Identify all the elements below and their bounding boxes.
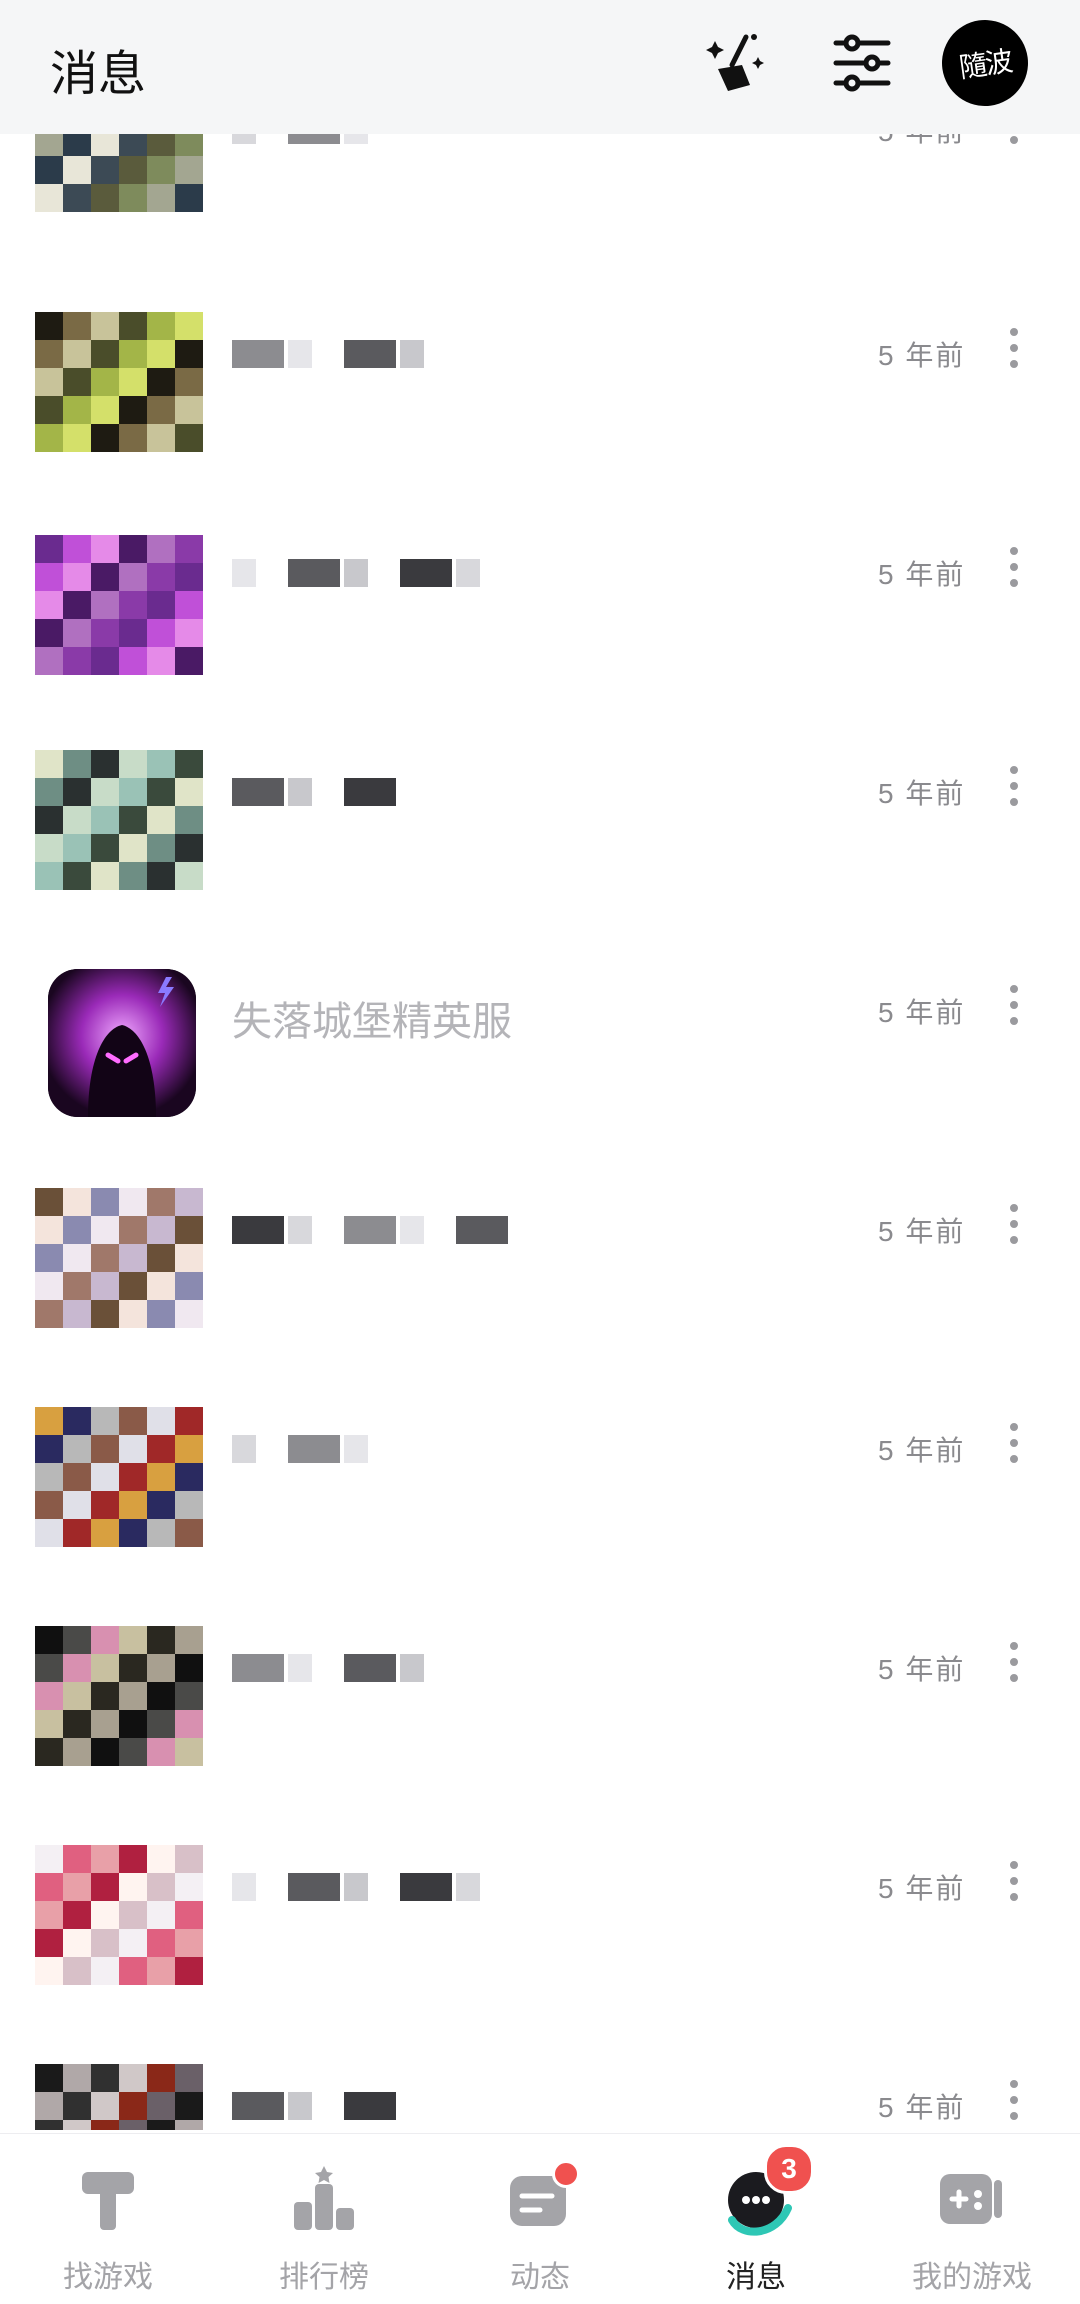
- more-options-icon[interactable]: [1006, 328, 1022, 376]
- avatar[interactable]: [35, 1626, 203, 1766]
- avatar[interactable]: 隨波: [936, 14, 1034, 112]
- avatar[interactable]: [35, 1845, 203, 1985]
- gamepad-icon: [940, 2174, 1002, 2224]
- more-options-icon[interactable]: [1006, 2080, 1022, 2128]
- timestamp: 5 年前: [878, 559, 966, 590]
- tab-my-games[interactable]: 我的游戏: [864, 2134, 1080, 2304]
- tab-label: 消息: [726, 2261, 786, 2294]
- more-options-icon[interactable]: [1006, 1642, 1022, 1690]
- message-row[interactable]: 5 年前: [0, 1407, 1080, 1626]
- message-row[interactable]: 5 年前: [0, 1188, 1080, 1407]
- more-options-icon[interactable]: [1006, 985, 1022, 1033]
- timestamp: 5 年前: [878, 1873, 966, 1904]
- tab-find-games[interactable]: 找游戏: [0, 2134, 216, 2304]
- broom-icon[interactable]: [702, 25, 778, 101]
- unread-count-badge: 3: [764, 2144, 814, 2194]
- timestamp: 5 年前: [878, 1654, 966, 1685]
- timestamp: 5 年前: [878, 1216, 966, 1247]
- filter-icon[interactable]: [824, 25, 900, 101]
- message-row[interactable]: 5 年前: [0, 1845, 1080, 2064]
- more-options-icon[interactable]: [1006, 547, 1022, 595]
- more-options-icon[interactable]: [1006, 1204, 1022, 1252]
- more-options-icon[interactable]: [1006, 766, 1022, 814]
- bottom-tab-bar: 找游戏 排行榜 动态 3 消息 我的游戏: [0, 2133, 1080, 2304]
- timestamp: 5 年前: [878, 340, 966, 371]
- message-row[interactable]: 5 年前: [0, 750, 1080, 969]
- message-row[interactable]: 5 年前: [0, 531, 1080, 750]
- tab-feed[interactable]: 动态: [432, 2134, 648, 2304]
- avatar[interactable]: [35, 2064, 203, 2130]
- tab-messages[interactable]: 3 消息: [648, 2134, 864, 2304]
- timestamp: 5 年前: [878, 778, 966, 809]
- message-row[interactable]: 5 年前: [0, 1626, 1080, 1845]
- contact-name: 失落城堡精英服: [232, 1000, 512, 1044]
- more-options-icon[interactable]: [1006, 1423, 1022, 1471]
- message-list[interactable]: 5 年前5 年前5 年前5 年前失落城堡精英服5 年前5 年前5 年前5 年前5…: [0, 0, 1080, 2130]
- page-title: 消息: [50, 48, 147, 101]
- timestamp: 5 年前: [878, 2092, 966, 2123]
- tab-label: 动态: [510, 2261, 570, 2294]
- tab-rankings[interactable]: 排行榜: [216, 2134, 432, 2304]
- message-row[interactable]: 5 年前: [0, 2064, 1080, 2130]
- timestamp: 5 年前: [878, 1435, 966, 1466]
- message-row[interactable]: 失落城堡精英服 5 年前: [0, 969, 1080, 1188]
- new-activity-dot: [552, 2160, 580, 2188]
- avatar[interactable]: [35, 1407, 203, 1547]
- timestamp: 5 年前: [878, 997, 966, 1028]
- avatar[interactable]: [35, 1188, 203, 1328]
- avatar[interactable]: [35, 535, 203, 675]
- game-icon[interactable]: [48, 969, 196, 1117]
- avatar[interactable]: [35, 312, 203, 452]
- avatar[interactable]: [35, 750, 203, 890]
- more-options-icon[interactable]: [1006, 1861, 1022, 1909]
- tab-label: 我的游戏: [912, 2261, 1032, 2294]
- tab-label: 找游戏: [63, 2261, 153, 2294]
- hammer-icon: [82, 2172, 134, 2230]
- message-row[interactable]: 5 年前: [0, 312, 1080, 531]
- top-bar: 消息 隨波: [0, 0, 1080, 134]
- tab-label: 排行榜: [279, 2261, 369, 2294]
- podium-icon: [294, 2166, 354, 2230]
